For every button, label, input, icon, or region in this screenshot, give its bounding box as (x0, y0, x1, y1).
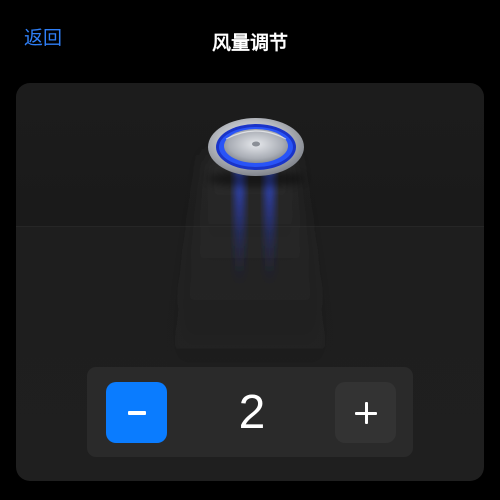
decrease-speed-button[interactable] (106, 382, 167, 443)
airflow-haze (166, 155, 334, 383)
fan-speed-page: 返回 风量调节 2 (0, 0, 500, 500)
increase-speed-button[interactable] (335, 382, 396, 443)
minus-icon (127, 410, 146, 415)
fan-speed-value: 2 (238, 386, 266, 439)
page-title: 风量调节 (211, 32, 288, 54)
fan-speed-stepper: 2 (87, 367, 413, 457)
fan-dome-icon (208, 118, 304, 187)
plus-icon (354, 401, 377, 424)
